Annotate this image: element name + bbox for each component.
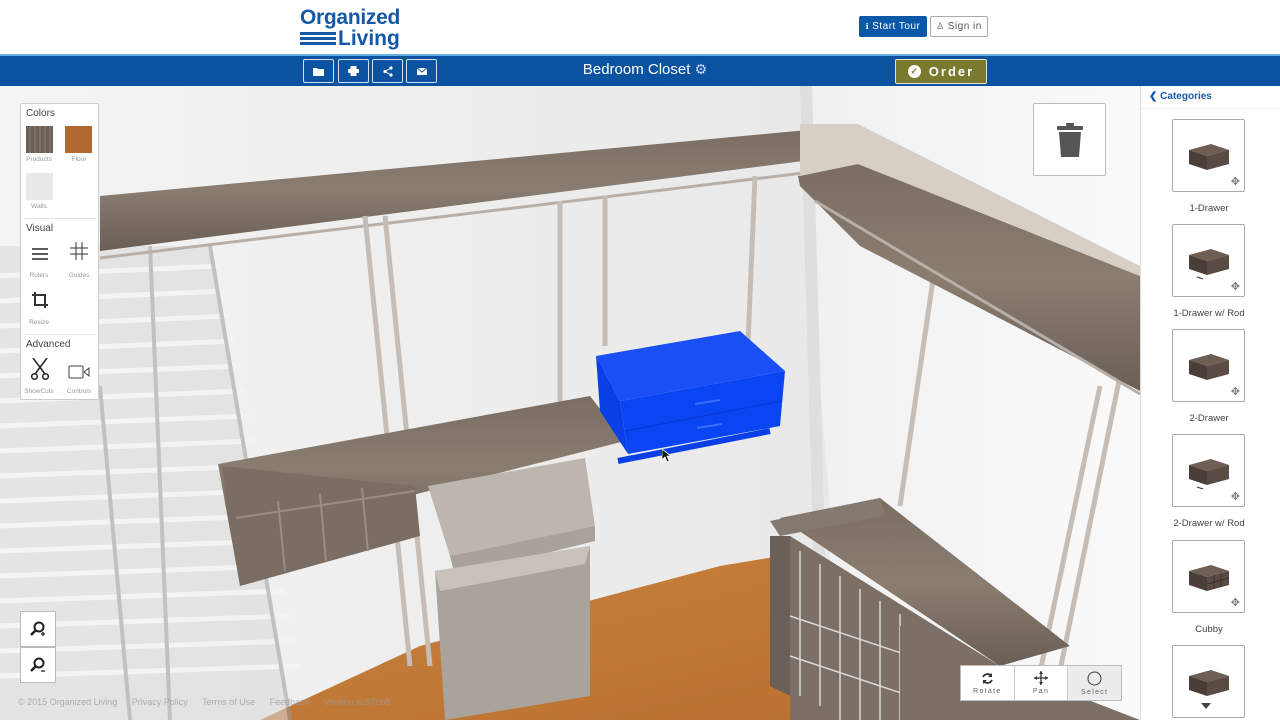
- circle-icon: [1087, 671, 1102, 685]
- logo-line-1: Organized: [300, 6, 400, 29]
- guides-label: Guides: [68, 272, 90, 279]
- product-tile-1-drawer[interactable]: ✥: [1172, 119, 1245, 192]
- product-name: 1-Drawer w/ Rod: [1173, 308, 1245, 319]
- view-mode-controls: Rotate Pan Select: [960, 665, 1122, 701]
- select-label: Select: [1081, 688, 1109, 696]
- resize-button[interactable]: [25, 292, 55, 312]
- delete-button[interactable]: [1033, 103, 1106, 176]
- open-button[interactable]: [303, 59, 334, 83]
- chevron-left-icon: ❮: [1149, 91, 1158, 102]
- product-tile-2-drawer-rod[interactable]: ✥: [1172, 434, 1245, 507]
- design-tools-panel: Colors Products Floor Walls Visual Ruler…: [20, 103, 99, 400]
- move-icon: [1034, 671, 1048, 685]
- controls-button[interactable]: [64, 363, 94, 383]
- user-icon: ♙: [936, 21, 945, 31]
- zoom-in-button[interactable]: [20, 611, 56, 647]
- copyright-text: © 2015 Organized Living: [18, 697, 118, 707]
- camera-icon: [68, 365, 90, 379]
- top-bar: Organized Living ℹ Start Tour ♙ Sign in: [0, 0, 1280, 54]
- sign-in-button[interactable]: ♙ Sign in: [930, 16, 988, 37]
- privacy-policy-link[interactable]: Privacy Policy: [132, 697, 188, 707]
- version-text: Version ac87cb8: [323, 697, 391, 707]
- advanced-heading: Advanced: [26, 339, 71, 350]
- scroll-down-icon[interactable]: [1201, 703, 1211, 709]
- closet-3d-render: [0, 86, 1140, 720]
- pan-mode-button[interactable]: Pan: [1015, 666, 1069, 700]
- rotate-label: Rotate: [973, 687, 1002, 695]
- rulers-label: Rulers: [29, 272, 49, 279]
- product-tile-2-drawer[interactable]: ✥: [1172, 329, 1245, 402]
- terms-of-use-link[interactable]: Terms of Use: [202, 697, 255, 707]
- gear-icon[interactable]: ⚙: [695, 61, 708, 77]
- check-circle-icon: ✓: [907, 65, 921, 78]
- start-tour-label: Start Tour: [872, 21, 921, 32]
- share-button[interactable]: [372, 59, 403, 83]
- showcuts-button[interactable]: [25, 357, 55, 384]
- product-tile-cubby[interactable]: ✥: [1172, 540, 1245, 613]
- floor-color-swatch[interactable]: [65, 126, 92, 153]
- envelope-icon: [416, 67, 427, 75]
- rotate-icon: [982, 672, 993, 684]
- categories-back-link[interactable]: ❮ Categories: [1149, 91, 1212, 102]
- rotate-mode-button[interactable]: Rotate: [961, 666, 1015, 700]
- rulers-icon: [32, 248, 48, 260]
- pan-label: Pan: [1032, 688, 1050, 695]
- products-color-swatch[interactable]: [26, 126, 53, 153]
- move-icon[interactable]: ✥: [1231, 596, 1240, 609]
- walls-color-swatch[interactable]: [26, 173, 53, 200]
- product-name: Cubby: [1195, 624, 1223, 635]
- guides-icon: [70, 242, 88, 260]
- info-icon: ℹ: [865, 22, 870, 31]
- footer: © 2015 Organized Living Privacy Policy T…: [18, 697, 402, 707]
- product-sidebar: ❮ Categories ✥ 1-Drawer ✥ 1-Drawer w/ Ro…: [1140, 86, 1280, 720]
- feedback-link[interactable]: Feedback: [270, 697, 310, 707]
- showcuts-label: ShowCuts: [24, 388, 54, 395]
- logo-line-2: Living: [338, 27, 400, 50]
- guides-button[interactable]: [64, 242, 94, 264]
- move-icon[interactable]: ✥: [1231, 385, 1240, 398]
- project-title-text: Bedroom Closet: [582, 61, 691, 78]
- product-tile-1-drawer-rod[interactable]: ✥: [1172, 224, 1245, 297]
- resize-label: Resize: [29, 319, 49, 326]
- folder-icon: [313, 67, 324, 76]
- rulers-button[interactable]: [25, 244, 55, 264]
- 3d-viewport[interactable]: [0, 86, 1140, 720]
- start-tour-button[interactable]: ℹ Start Tour: [859, 16, 927, 37]
- project-title[interactable]: Bedroom Closet ⚙: [520, 61, 770, 78]
- project-toolbar: Bedroom Closet ⚙ ✓ Order: [0, 54, 1280, 86]
- move-icon[interactable]: ✥: [1231, 490, 1240, 503]
- move-icon[interactable]: ✥: [1231, 280, 1240, 293]
- controls-label: Controls: [66, 388, 92, 395]
- scissors-icon: [30, 357, 50, 381]
- crop-icon: [32, 292, 48, 308]
- logo-bars-icon: [300, 30, 336, 47]
- product-name: 1-Drawer: [1189, 203, 1229, 214]
- visual-heading: Visual: [26, 223, 54, 234]
- order-label: Order: [928, 64, 975, 79]
- email-button[interactable]: [406, 59, 437, 83]
- print-button[interactable]: [338, 59, 369, 83]
- move-icon[interactable]: ✥: [1231, 175, 1240, 188]
- product-name: 2-Drawer: [1189, 413, 1229, 424]
- floor-swatch-label: Floor: [71, 156, 87, 163]
- walls-swatch-label: Walls: [31, 203, 47, 210]
- zoom-in-icon: [30, 621, 45, 636]
- sign-in-label: Sign in: [947, 21, 982, 32]
- product-name: 2-Drawer w/ Rod: [1173, 518, 1245, 529]
- organized-living-logo[interactable]: Organized Living: [300, 7, 400, 49]
- colors-heading: Colors: [26, 108, 55, 119]
- print-icon: [348, 66, 359, 76]
- share-icon: [382, 65, 393, 77]
- order-button[interactable]: ✓ Order: [895, 59, 987, 84]
- zoom-out-button[interactable]: [20, 647, 56, 683]
- trash-icon: [1056, 122, 1083, 157]
- zoom-out-icon: [30, 657, 45, 672]
- select-mode-button[interactable]: Select: [1068, 666, 1122, 700]
- products-swatch-label: Products: [26, 156, 52, 163]
- categories-label: Categories: [1160, 91, 1212, 102]
